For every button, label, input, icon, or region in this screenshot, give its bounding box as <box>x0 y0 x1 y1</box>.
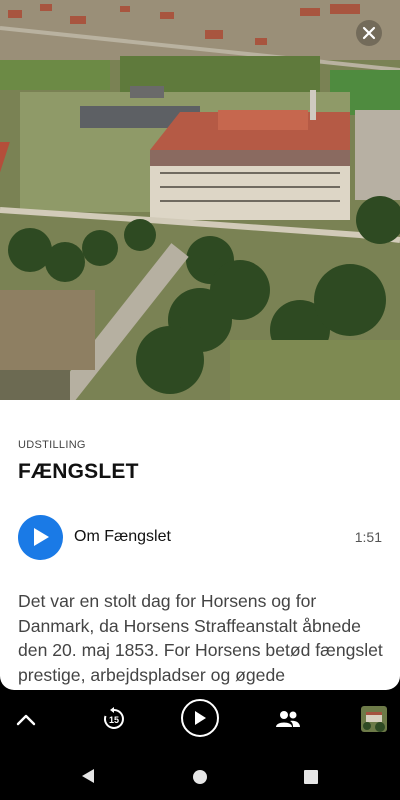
recents-square-icon <box>304 770 318 784</box>
play-icon <box>195 711 206 725</box>
system-navigation-bar <box>0 750 400 800</box>
track-duration: 1:51 <box>354 529 382 545</box>
audio-track-item[interactable]: Om Fængslet 1:51 <box>18 514 382 560</box>
track-play-button[interactable] <box>18 514 63 560</box>
track-title: Om Fængslet <box>74 528 171 545</box>
aerial-photo <box>0 0 400 402</box>
rewind-15-icon: 15 <box>104 707 124 729</box>
mini-player: 15 <box>0 690 400 750</box>
exhibit-title: FÆNGSLET <box>18 460 139 483</box>
exhibit-description: Det var en stolt dag for Horsens og for … <box>18 591 383 685</box>
now-playing-thumbnail[interactable] <box>361 706 387 732</box>
player-play-button[interactable] <box>181 699 219 737</box>
close-button[interactable] <box>356 20 382 46</box>
home-circle-icon <box>193 770 207 784</box>
nav-home-button[interactable] <box>190 767 210 787</box>
rewind-button[interactable]: 15 <box>101 706 127 732</box>
exhibit-sheet: UDSTILLING FÆNGSLET Om Fængslet 1:51 Det… <box>0 400 400 690</box>
back-triangle-icon <box>82 769 94 783</box>
chevron-up-icon <box>16 714 36 726</box>
nav-recents-button[interactable] <box>302 768 320 786</box>
expand-button[interactable] <box>14 708 38 732</box>
group-button[interactable] <box>275 706 301 732</box>
hero-image <box>0 0 400 402</box>
people-icon <box>276 711 300 727</box>
rewind-seconds: 15 <box>109 715 119 725</box>
close-icon <box>362 26 376 40</box>
exhibit-category: UDSTILLING <box>18 439 86 451</box>
play-icon <box>33 528 49 546</box>
nav-back-button[interactable] <box>78 767 98 785</box>
prison-thumbnail <box>361 706 387 732</box>
